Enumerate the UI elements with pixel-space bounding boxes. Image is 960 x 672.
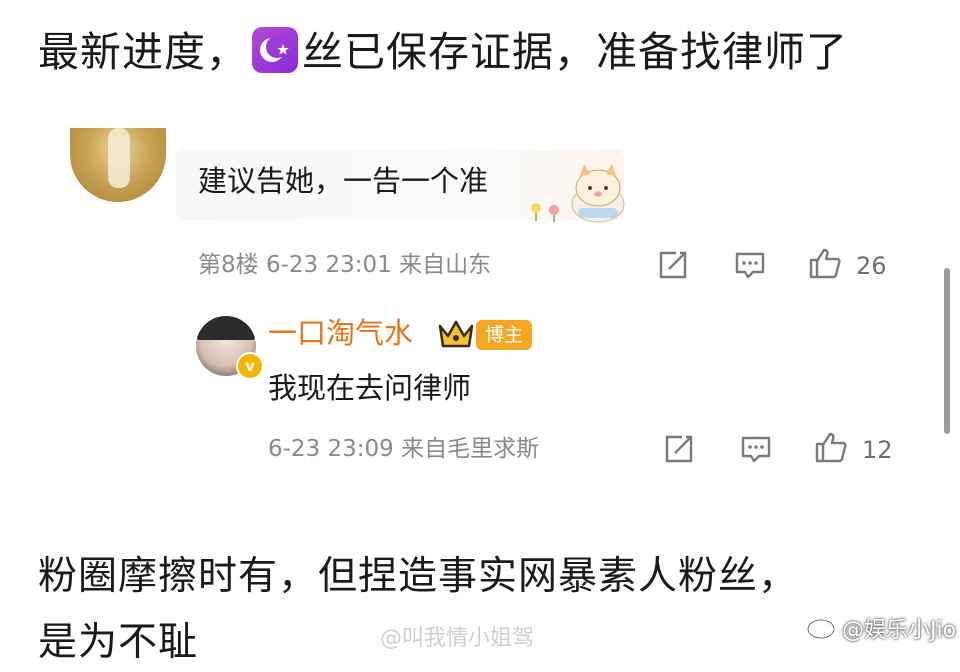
post-body-line2: 是为不耻 [38, 620, 199, 665]
comment-location: 来自山东 [399, 252, 492, 278]
headline-part1: 最新进度， [38, 28, 248, 76]
reply-like-count: 12 [862, 436, 893, 464]
post-body-line1: 粉圈摩擦时有，但捏造事实网暴素人粉丝， [38, 554, 799, 599]
weibo-watermark: @娱乐小Jio [842, 618, 957, 643]
weibo-logo-icon [806, 614, 839, 640]
moon-star-emoji-icon [252, 27, 298, 73]
headline-part2: 丝已保存证据，准备找律师了 [302, 28, 848, 76]
post-headline: 最新进度， 丝已保存证据，准备找律师了 [38, 22, 848, 82]
comment-time: 6-23 23:01 [265, 252, 392, 278]
comment-floor: 第8楼 [198, 252, 259, 278]
reply-share-icon[interactable] [662, 432, 696, 466]
comment-icon[interactable] [733, 248, 767, 282]
replier-username[interactable]: 一口淘气水 [268, 312, 413, 354]
reply-comment-icon[interactable] [739, 432, 773, 466]
cat-sticker-icon [531, 164, 625, 223]
comment-text: 建议告她，一告一个准 [198, 164, 489, 198]
comment-like-count: 26 [856, 252, 887, 280]
commenter-avatar[interactable] [70, 128, 166, 202]
verified-badge-icon: v [236, 352, 264, 380]
like-icon[interactable] [808, 246, 842, 280]
reply-time: 6-23 23:09 [268, 436, 394, 462]
reply-text: 我现在去问律师 [268, 371, 472, 405]
crown-icon [438, 320, 474, 348]
share-icon[interactable] [656, 248, 690, 282]
reply-location: 来自毛里求斯 [401, 436, 540, 462]
reply-meta: 6-23 23:09 来自毛里求斯 [268, 434, 539, 464]
blogger-badge: 博主 [476, 320, 533, 350]
scrollbar[interactable] [944, 268, 950, 434]
reply-like-icon[interactable] [814, 430, 848, 464]
faint-watermark: @叫我情小姐驾 [380, 626, 535, 651]
comment-meta: 第8楼 6-23 23:01 来自山东 [198, 250, 491, 280]
